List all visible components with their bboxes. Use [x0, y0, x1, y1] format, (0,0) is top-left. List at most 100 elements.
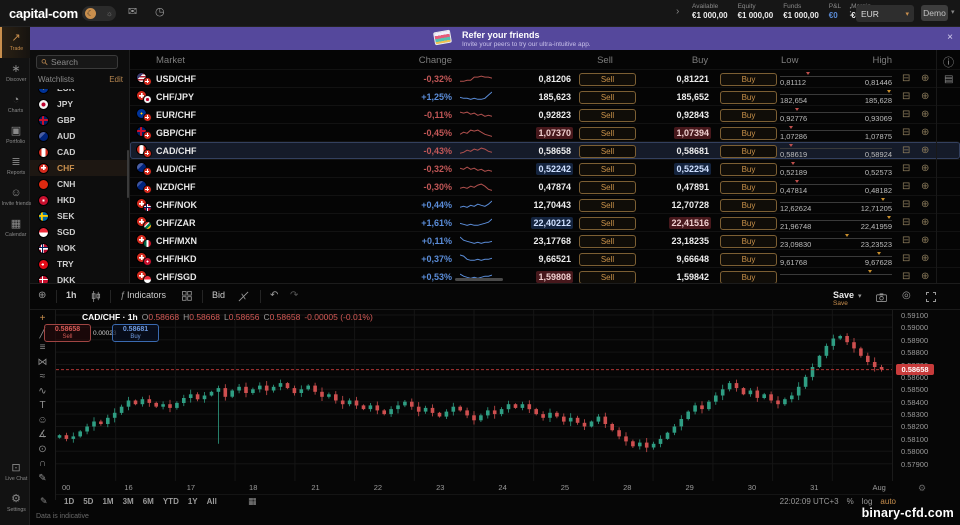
currency-item-nok[interactable]: NOK — [30, 240, 130, 256]
fullscreen-icon[interactable] — [926, 292, 936, 303]
redo-icon[interactable]: ↷ — [290, 290, 298, 301]
currency-item-gbp[interactable]: GBP — [30, 112, 130, 128]
auto-scale-toggle[interactable]: auto — [880, 497, 896, 506]
sell-button[interactable]: Sell — [579, 127, 636, 140]
buy-button[interactable]: Buy — [720, 199, 777, 212]
grid-layout-icon[interactable] — [182, 291, 192, 302]
currency-item-chf[interactable]: CHF — [30, 160, 130, 176]
demo-mode-button[interactable]: Demo — [921, 5, 948, 21]
add-to-watchlist-icon[interactable]: ⊕ — [921, 163, 929, 174]
sidebar-item-charts[interactable]: ◔ Charts — [0, 89, 30, 120]
close-icon[interactable]: × — [947, 32, 953, 43]
market-row-chf-zar[interactable]: CHF/ZAR +1,61% 22,40212 Sell 22,41516 Bu… — [130, 213, 960, 231]
add-to-watchlist-icon[interactable]: ⊕ — [921, 127, 929, 138]
buy-button[interactable]: Buy — [720, 181, 777, 194]
open-chart-icon[interactable]: ⊟ — [902, 181, 910, 192]
buy-button[interactable]: Buy — [720, 271, 777, 284]
market-row-eur-chf[interactable]: EUR/CHF -0,11% 0,92823 Sell 0,92843 Buy … — [130, 105, 960, 123]
axis-settings-icon[interactable]: ⚙ — [918, 483, 926, 494]
open-chart-icon[interactable]: ⊟ — [902, 253, 910, 264]
range-button-1m[interactable]: 1M — [102, 497, 113, 506]
buy-button[interactable]: Buy — [720, 145, 777, 158]
market-row-gbp-chf[interactable]: GBP/CHF -0,45% 1,07370 Sell 1,07394 Buy … — [130, 123, 960, 141]
search-box[interactable] — [36, 55, 118, 69]
add-to-watchlist-icon[interactable]: ⊕ — [921, 271, 929, 282]
buy-button[interactable]: Buy — [720, 91, 777, 104]
chart-buy-button[interactable]: 0.58681 Buy — [112, 324, 159, 342]
candle-style-icon[interactable] — [90, 291, 101, 302]
add-to-watchlist-icon[interactable]: ⊕ — [921, 181, 929, 192]
edit-icon[interactable]: ✎ — [40, 496, 48, 507]
drawing-tool-text-icon[interactable]: T — [39, 401, 45, 411]
buy-button[interactable]: Buy — [720, 73, 777, 86]
market-row-cad-chf[interactable]: CAD/CHF -0,43% 0,58658 Sell 0,58681 Buy … — [130, 141, 960, 159]
price-axis[interactable]: 0.591000.590000.589000.588000.587000.586… — [892, 310, 960, 481]
buy-button[interactable]: Buy — [720, 109, 777, 122]
bid-toggle[interactable]: Bid — [212, 290, 225, 300]
range-button-6m[interactable]: 6M — [143, 497, 154, 506]
sidebar-item-trade[interactable]: ↗ Trade — [0, 27, 30, 58]
info-icon[interactable]: ⓘ — [943, 54, 954, 70]
sell-button[interactable]: Sell — [579, 91, 636, 104]
drawing-tool-xabcd-pattern-icon[interactable]: ⋈ — [38, 358, 48, 368]
open-chart-icon[interactable]: ⊟ — [902, 217, 910, 228]
currency-item-cad[interactable]: CAD — [30, 144, 130, 160]
market-row-chf-jpy[interactable]: CHF/JPY +1,25% 185,623 Sell 185,652 Buy … — [130, 87, 960, 105]
chart-sell-button[interactable]: 0.58658 Sell — [44, 324, 91, 342]
currency-item-jpy[interactable]: JPY — [30, 96, 130, 112]
messages-icon[interactable]: ✉ — [128, 5, 137, 18]
candlestick-chart[interactable] — [56, 310, 892, 481]
add-to-watchlist-icon[interactable]: ⊕ — [921, 235, 929, 246]
buy-button[interactable]: Buy — [720, 235, 777, 248]
demo-chevron-icon[interactable]: ▾ — [951, 8, 955, 16]
sell-button[interactable]: Sell — [579, 181, 636, 194]
sell-button[interactable]: Sell — [579, 163, 636, 176]
open-chart-icon[interactable]: ⊟ — [902, 73, 910, 84]
range-button-1y[interactable]: 1Y — [188, 497, 198, 506]
go-to-date-icon[interactable]: ▦ — [248, 496, 257, 507]
indicators-button[interactable]: ƒIndicators — [120, 290, 166, 300]
drawing-tool-brush-icon[interactable]: ∿ — [38, 387, 46, 397]
theme-toggle[interactable]: ☾ ☼ — [82, 6, 116, 21]
add-to-watchlist-icon[interactable]: ⊕ — [921, 145, 929, 156]
currency-item-sek[interactable]: SEK — [30, 208, 130, 224]
line-style-icon[interactable] — [238, 291, 249, 302]
sidebar-item-reports[interactable]: ≣ Reports — [0, 151, 30, 182]
collapse-stats-icon[interactable]: › — [676, 6, 679, 17]
currency-item-sgd[interactable]: SGD — [30, 224, 130, 240]
news-icon[interactable]: ▤ — [944, 74, 953, 85]
drawing-tool-measure-icon[interactable]: ∡ — [38, 430, 47, 440]
currency-item-eur[interactable]: EUR — [30, 89, 130, 96]
open-chart-icon[interactable]: ⊟ — [902, 109, 910, 120]
add-to-watchlist-icon[interactable]: ⊕ — [921, 91, 929, 102]
chart-settings-icon[interactable]: ◎ — [902, 290, 911, 301]
sidebar-item-live-chat[interactable]: ⊡ Live Chat — [0, 457, 30, 488]
sell-button[interactable]: Sell — [579, 271, 636, 284]
currency-item-hkd[interactable]: HKD — [30, 192, 130, 208]
sidebar-item-calendar[interactable]: ▦ Calendar — [0, 213, 30, 244]
currency-item-aud[interactable]: AUD — [30, 128, 130, 144]
open-chart-icon[interactable]: ⊟ — [902, 91, 910, 102]
open-chart-icon[interactable]: ⊟ — [902, 145, 910, 156]
add-to-watchlist-icon[interactable]: ⊕ — [921, 73, 929, 84]
drawing-tool-fib-retracement-icon[interactable]: ≡ — [40, 343, 46, 353]
drawing-tool-crosshair-icon[interactable]: + — [40, 314, 46, 324]
percent-scale-toggle[interactable]: % — [847, 497, 854, 506]
sell-button[interactable]: Sell — [579, 199, 636, 212]
sidebar-item-discover[interactable]: ∗ Discover — [0, 58, 30, 89]
open-chart-icon[interactable]: ⊟ — [902, 271, 910, 282]
undo-icon[interactable]: ↶ — [270, 290, 278, 301]
range-button-ytd[interactable]: YTD — [163, 497, 179, 506]
buy-button[interactable]: Buy — [720, 253, 777, 266]
open-chart-icon[interactable]: ⊟ — [902, 199, 910, 210]
sidebar-item-settings[interactable]: ⚙ Settings — [0, 488, 30, 519]
currency-item-cnh[interactable]: CNH — [30, 176, 130, 192]
watchlist-scrollbar[interactable] — [127, 150, 129, 198]
save-button[interactable]: Save — [833, 290, 854, 300]
buy-button[interactable]: Buy — [720, 163, 777, 176]
market-row-chf-sgd[interactable]: CHF/SGD +0,53% 1,59808 Sell 1,59842 Buy … — [130, 267, 960, 283]
range-button-3m[interactable]: 3M — [123, 497, 134, 506]
time-axis[interactable]: 00161718212223242528293031Aug — [56, 481, 892, 495]
market-row-nzd-chf[interactable]: NZD/CHF -0,30% 0,47874 Sell 0,47891 Buy … — [130, 177, 960, 195]
market-row-aud-chf[interactable]: AUD/CHF -0,32% 0,52242 Sell 0,52254 Buy … — [130, 159, 960, 177]
